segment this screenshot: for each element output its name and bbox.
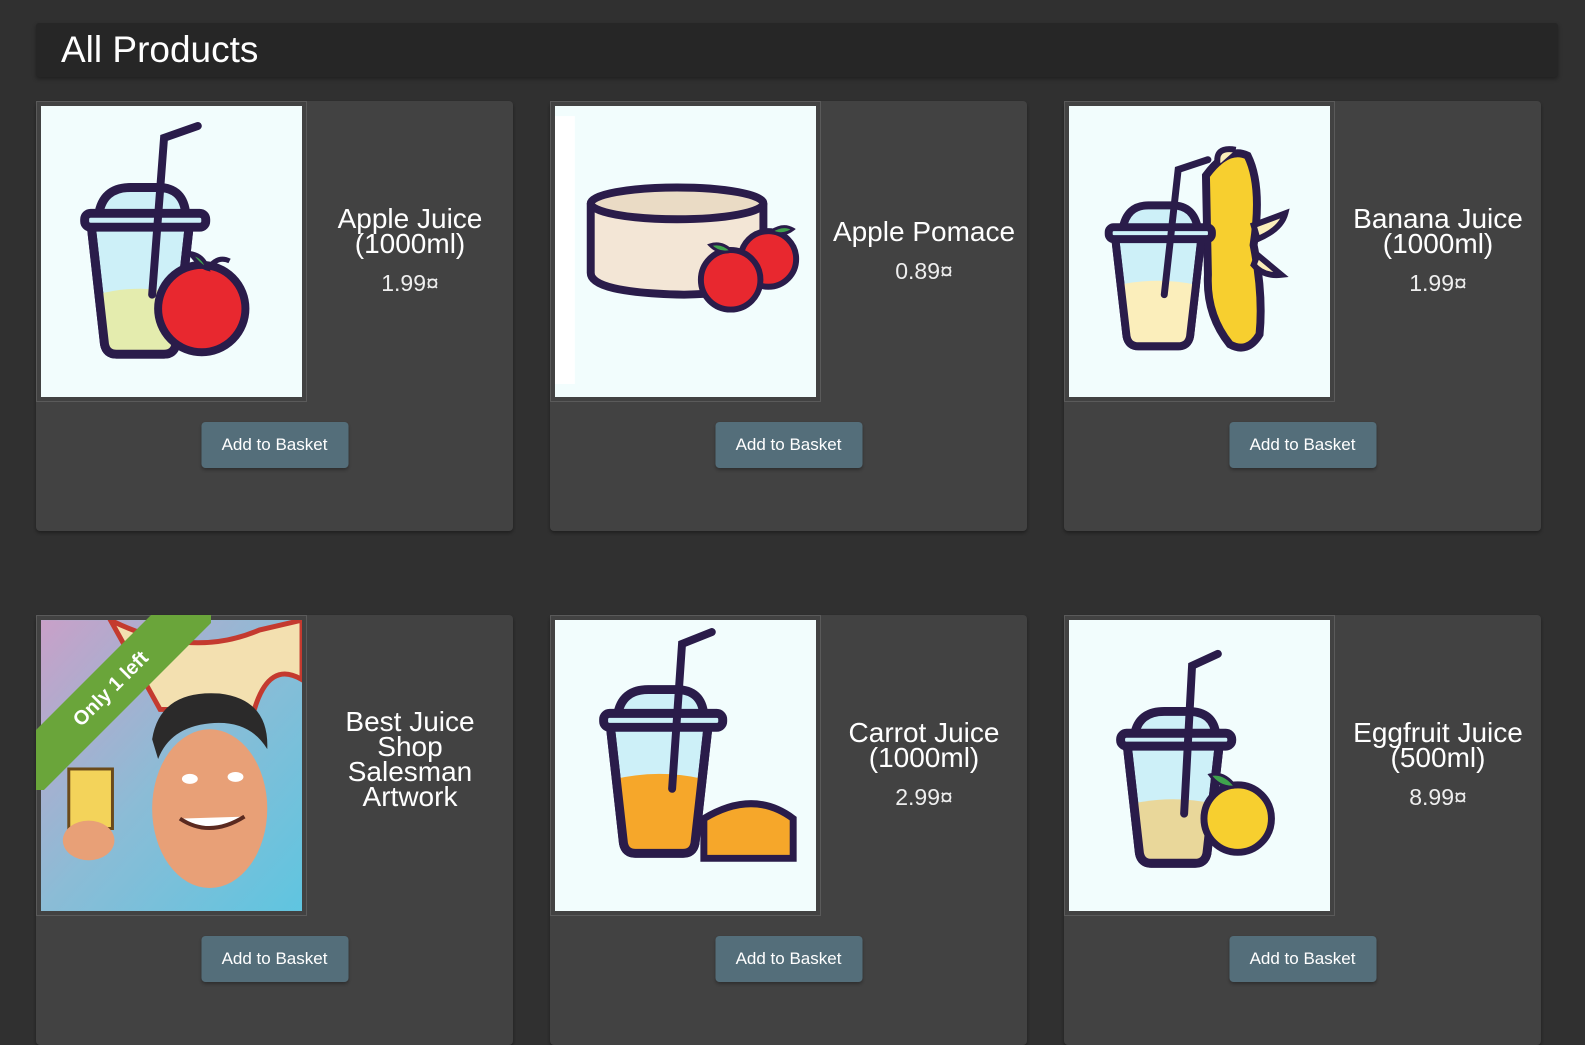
stock-ribbon: Only 1 left bbox=[36, 615, 211, 790]
product-name: Eggfruit Juice (500ml) bbox=[1353, 717, 1523, 773]
page-title: All Products bbox=[61, 29, 259, 70]
product-info: Apple Pomace 0.89¤ bbox=[821, 101, 1027, 402]
product-info: Eggfruit Juice (500ml) 8.99¤ bbox=[1335, 615, 1541, 916]
product-image-frame[interactable] bbox=[550, 615, 821, 916]
product-card-salesman-artwork: Only 1 left Best Juice Shop Salesman Art… bbox=[36, 615, 513, 1045]
product-card-apple-pomace: Apple Pomace 0.89¤ Add to Basket bbox=[550, 101, 1027, 531]
product-price: 2.99¤ bbox=[895, 784, 953, 810]
product-info: Best Juice Shop Salesman Artwork bbox=[307, 615, 513, 916]
product-image-frame[interactable] bbox=[36, 101, 307, 402]
product-image-frame[interactable] bbox=[1064, 101, 1335, 402]
add-to-basket-button[interactable]: Add to Basket bbox=[1229, 422, 1376, 468]
only-left-ribbon-label: Only 1 left bbox=[36, 615, 211, 790]
eggfruit-juice-cup-icon bbox=[1069, 620, 1330, 911]
product-image-frame[interactable] bbox=[550, 101, 821, 402]
product-card-apple-juice: Apple Juice (1000ml) 1.99¤ Add to Basket bbox=[36, 101, 513, 531]
product-price: 1.99¤ bbox=[381, 270, 439, 296]
page-header: All Products bbox=[36, 23, 1558, 77]
product-name: Banana Juice (1000ml) bbox=[1353, 203, 1523, 259]
product-name: Best Juice Shop Salesman Artwork bbox=[345, 705, 475, 812]
carrot-juice-cup-icon bbox=[555, 620, 816, 911]
add-to-basket-button[interactable]: Add to Basket bbox=[201, 936, 348, 982]
add-to-basket-button[interactable]: Add to Basket bbox=[1229, 936, 1376, 982]
product-card-eggfruit-juice: Eggfruit Juice (500ml) 8.99¤ Add to Bask… bbox=[1064, 615, 1541, 1045]
add-to-basket-button[interactable]: Add to Basket bbox=[715, 422, 862, 468]
add-to-basket-button[interactable]: Add to Basket bbox=[201, 422, 348, 468]
product-card-carrot-juice: Carrot Juice (1000ml) 2.99¤ Add to Baske… bbox=[550, 615, 1027, 1045]
apple-juice-cup-icon bbox=[41, 106, 302, 397]
product-info: Banana Juice (1000ml) 1.99¤ bbox=[1335, 101, 1541, 402]
product-info: Apple Juice (1000ml) 1.99¤ bbox=[307, 101, 513, 402]
product-name: Apple Pomace bbox=[832, 215, 1016, 247]
product-info: Carrot Juice (1000ml) 2.99¤ bbox=[821, 615, 1027, 916]
product-name: Apple Juice (1000ml) bbox=[337, 203, 483, 259]
product-price: 0.89¤ bbox=[895, 257, 953, 284]
product-card-banana-juice: Banana Juice (1000ml) 1.99¤ Add to Baske… bbox=[1064, 101, 1541, 531]
product-image-frame[interactable] bbox=[1064, 615, 1335, 916]
apple-pomace-icon bbox=[555, 106, 816, 397]
product-price: 8.99¤ bbox=[1409, 784, 1467, 810]
banana-juice-cup-icon bbox=[1069, 106, 1330, 397]
add-to-basket-button[interactable]: Add to Basket bbox=[715, 936, 862, 982]
product-name: Carrot Juice (1000ml) bbox=[848, 717, 1000, 773]
product-price: 1.99¤ bbox=[1409, 270, 1467, 296]
